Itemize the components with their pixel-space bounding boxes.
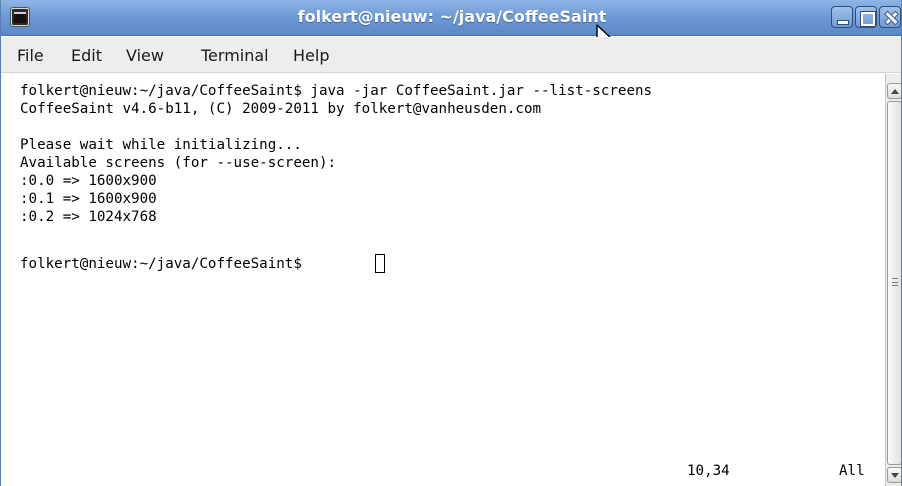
terminal-line: :0.1 => 1600x900	[20, 191, 157, 207]
terminal-line: :0.2 => 1024x768	[20, 209, 157, 225]
terminal-line: Available screens (for --use-screen):	[20, 155, 337, 171]
scroll-down-arrow-icon[interactable]	[887, 467, 901, 483]
menu-help[interactable]: Help	[293, 46, 329, 65]
terminal-line: :0.0 => 1600x900	[20, 173, 157, 189]
terminal-window: folkert@nieuw: ~/java/CoffeeSaint File E…	[0, 0, 902, 486]
minimize-icon[interactable]	[831, 6, 853, 28]
maximize-icon[interactable]	[855, 6, 877, 28]
terminal-line: CoffeeSaint v4.6-b11, (C) 2009-2011 by f…	[20, 101, 542, 117]
terminal-line: Please wait while initializing...	[20, 137, 302, 153]
scrollbar-thumb[interactable]	[887, 101, 901, 465]
scroll-up-arrow-icon[interactable]	[887, 83, 901, 99]
menu-bar: File Edit View Terminal Help	[1, 37, 901, 73]
scroll-scope: All	[839, 463, 865, 479]
window-title: folkert@nieuw: ~/java/CoffeeSaint	[297, 7, 607, 26]
shell-prompt: folkert@nieuw:~/java/CoffeeSaint$	[20, 256, 302, 272]
menu-file[interactable]: File	[17, 46, 44, 65]
close-icon[interactable]	[879, 6, 901, 28]
terminal-output[interactable]: folkert@nieuw:~/java/CoffeeSaint$ java -…	[1, 74, 885, 486]
title-bar[interactable]: folkert@nieuw: ~/java/CoffeeSaint	[1, 0, 901, 36]
vertical-scrollbar[interactable]	[885, 74, 901, 486]
text-cursor	[375, 254, 385, 273]
cursor-position: 10,34	[687, 463, 730, 479]
menu-terminal[interactable]: Terminal	[201, 46, 269, 65]
menu-edit[interactable]: Edit	[71, 46, 102, 65]
terminal-line: folkert@nieuw:~/java/CoffeeSaint$ java -…	[20, 83, 653, 99]
menu-view[interactable]: View	[126, 46, 164, 65]
scrollbar-grip-icon	[892, 278, 898, 286]
